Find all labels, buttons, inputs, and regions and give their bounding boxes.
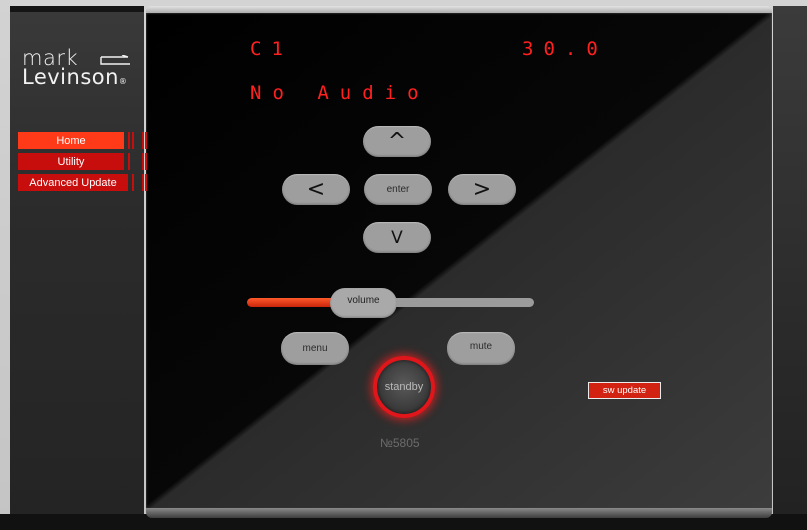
device-bottom-bezel [146, 508, 772, 518]
left-panel-top-strip [10, 6, 144, 12]
display-channel: C1 [250, 38, 293, 60]
nav-tick [145, 132, 147, 149]
volume-track-filled[interactable] [247, 298, 339, 307]
enter-label: enter [386, 184, 410, 195]
nav-tick [145, 174, 147, 191]
nav-tick [128, 132, 130, 149]
display-status: No Audio [250, 82, 430, 104]
logo-text-levinson: Levinson® [22, 67, 127, 92]
chevron-right-icon: > [472, 176, 492, 202]
chevron-up-icon: ^ [387, 128, 407, 154]
right-button[interactable]: > [448, 174, 516, 205]
left-button[interactable]: < [282, 174, 350, 205]
menu-label: menu [302, 343, 328, 354]
enter-button[interactable]: enter [364, 174, 432, 205]
logo-registered-mark: ® [118, 77, 128, 86]
nav-tick [142, 153, 144, 170]
nav-tick [132, 174, 134, 191]
right-panel [773, 6, 807, 518]
nav-home-button[interactable]: Home [18, 132, 124, 149]
nav-item-advanced-update[interactable]: Advanced Update [18, 174, 148, 191]
volume-track-empty[interactable] [392, 298, 534, 307]
mute-label: mute [469, 341, 493, 352]
down-button[interactable]: V [363, 222, 431, 253]
nav-tick [142, 132, 144, 149]
sw-update-button[interactable]: sw update [588, 382, 661, 399]
chevron-down-icon: V [391, 227, 403, 248]
serial-number: №5805 [380, 436, 420, 450]
volume-label: volume [347, 294, 380, 306]
nav-item-home[interactable]: Home [18, 132, 148, 149]
brand-logo: mark Levinson® [22, 48, 140, 92]
logo-levinson-text: Levinson [22, 65, 119, 89]
logo-arrow-icon [100, 55, 130, 65]
nav-tick [132, 132, 134, 149]
nav-advanced-update-button[interactable]: Advanced Update [18, 174, 128, 191]
volume-slider-handle[interactable]: volume [330, 288, 397, 318]
sidebar-nav: Home Utility Advanced Update [18, 132, 148, 195]
mute-button[interactable]: mute [447, 332, 515, 365]
up-button[interactable]: ^ [363, 126, 431, 157]
device-faceplate [146, 13, 772, 509]
standby-label: standby [384, 381, 424, 393]
chevron-left-icon: < [306, 176, 326, 202]
nav-utility-button[interactable]: Utility [18, 153, 124, 170]
nav-tick [145, 153, 147, 170]
nav-tick [128, 153, 130, 170]
nav-item-utility[interactable]: Utility [18, 153, 148, 170]
standby-button[interactable]: standby [373, 356, 435, 418]
nav-tick [142, 174, 144, 191]
display-volume-level: 30.0 [522, 38, 608, 60]
menu-button[interactable]: menu [281, 332, 349, 365]
